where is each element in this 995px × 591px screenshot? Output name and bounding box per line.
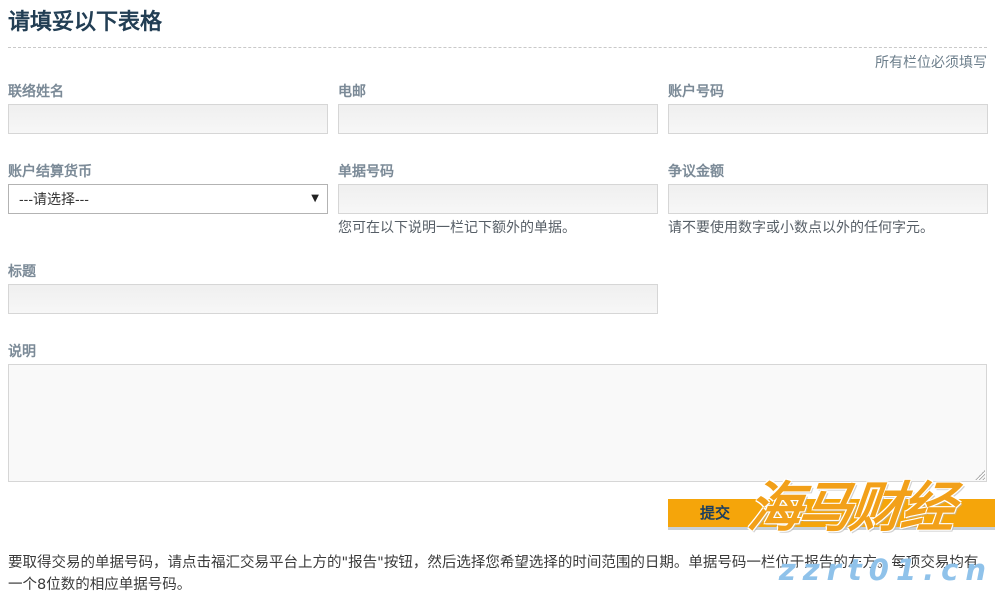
- email-input[interactable]: [338, 104, 658, 134]
- required-fields-note: 所有栏位必须填写: [8, 55, 987, 72]
- contact-name-field: 联络姓名: [8, 84, 328, 134]
- ticket-number-field: 单据号码 您可在以下说明一栏记下额外的单据。: [338, 164, 658, 236]
- dispute-amount-field: 争议金额 请不要使用数字或小数点以外的任何字元。: [668, 164, 988, 236]
- account-number-input[interactable]: [668, 104, 988, 134]
- submit-row: 提交: [8, 499, 987, 529]
- description-textarea[interactable]: [8, 364, 987, 482]
- page-header: 请填妥以下表格: [8, 0, 987, 48]
- currency-select[interactable]: ---请选择---: [8, 184, 328, 214]
- account-number-label: 账户号码: [668, 84, 988, 100]
- description-label: 说明: [8, 344, 987, 360]
- form-row-2: 账户结算货币 ---请选择--- ▼ 单据号码 您可在以下说明一栏记下额外的单据…: [8, 164, 987, 236]
- dispute-amount-help: 请不要使用数字或小数点以外的任何字元。: [668, 220, 988, 236]
- page-title: 请填妥以下表格: [8, 9, 987, 37]
- ticket-number-help: 您可在以下说明一栏记下额外的单据。: [338, 220, 658, 236]
- description-field: 说明: [8, 344, 987, 482]
- ticket-number-input[interactable]: [338, 184, 658, 214]
- subject-input[interactable]: [8, 284, 658, 314]
- footer-instructions: 要取得交易的单据号码，请点击福汇交易平台上方的"报告"按钮，然后选择您希望选择的…: [8, 552, 987, 591]
- contact-name-label: 联络姓名: [8, 84, 328, 100]
- currency-label: 账户结算货币: [8, 164, 328, 180]
- dispute-amount-input[interactable]: [668, 184, 988, 214]
- currency-field: 账户结算货币 ---请选择--- ▼: [8, 164, 328, 214]
- ticket-number-label: 单据号码: [338, 164, 658, 180]
- email-field: 电邮: [338, 84, 658, 134]
- dispute-form-page: 请填妥以下表格 所有栏位必须填写 联络姓名 电邮 账户号码 账户结算货币: [0, 0, 995, 591]
- contact-name-input[interactable]: [8, 104, 328, 134]
- submit-button[interactable]: 提交: [668, 499, 995, 527]
- form-row-1: 联络姓名 电邮 账户号码: [8, 84, 987, 134]
- dispute-amount-label: 争议金额: [668, 164, 988, 180]
- subject-label: 标题: [8, 264, 658, 280]
- account-number-field: 账户号码: [668, 84, 988, 134]
- subject-field: 标题: [8, 264, 658, 314]
- email-label: 电邮: [338, 84, 658, 100]
